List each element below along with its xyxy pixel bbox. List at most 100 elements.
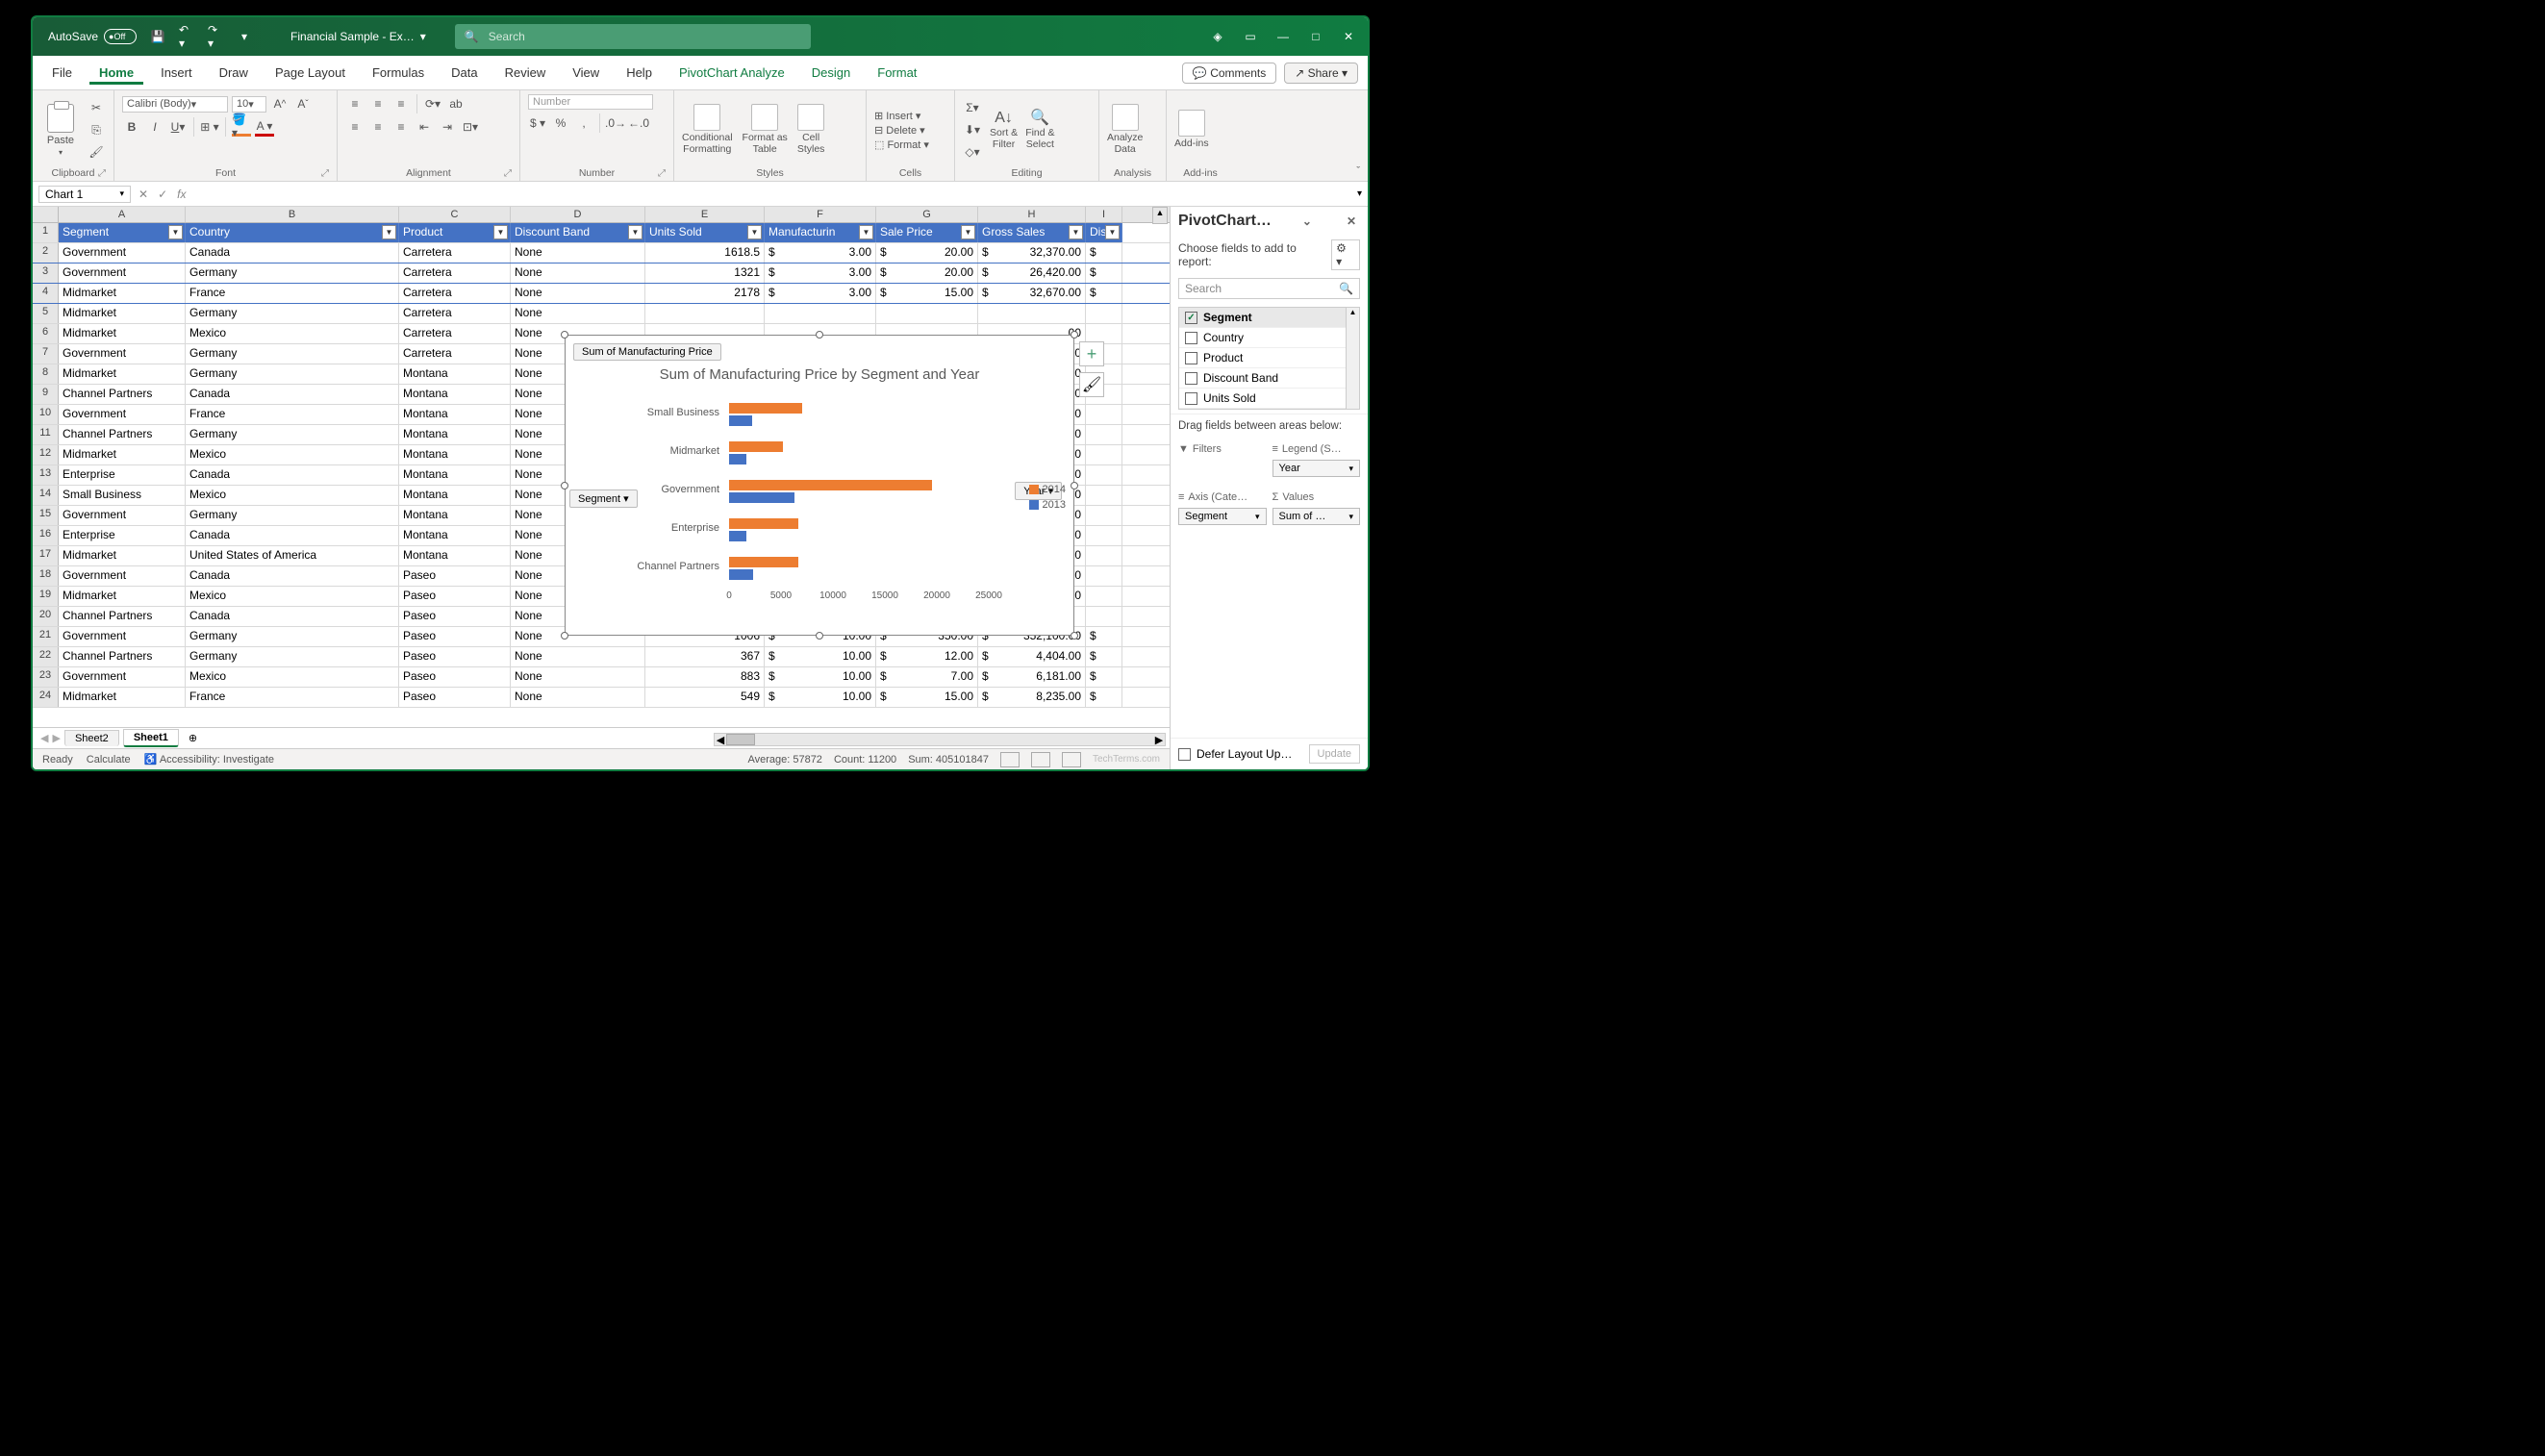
close-icon[interactable]: ✕ <box>1341 29 1356 44</box>
pivot-chart[interactable]: Sum of Manufacturing Price Segment ▾ Yea… <box>565 335 1074 636</box>
comma-icon[interactable]: , <box>574 113 593 133</box>
add-sheet-button[interactable]: ⊕ <box>183 732 203 744</box>
cell-styles-button[interactable]: Cell Styles <box>797 104 825 155</box>
inc-decimal-icon[interactable]: .0→ <box>606 113 625 133</box>
filter-dropdown[interactable]: ▼ <box>168 225 183 239</box>
sort-filter-button[interactable]: A↓Sort & Filter <box>990 110 1018 151</box>
bold-button[interactable]: B <box>122 117 141 137</box>
filter-dropdown[interactable]: ▼ <box>628 225 643 239</box>
underline-button[interactable]: U ▾ <box>168 117 188 137</box>
italic-button[interactable]: I <box>145 117 164 137</box>
view-page-break-icon[interactable] <box>1062 752 1081 767</box>
filter-dropdown[interactable]: ▼ <box>747 225 762 239</box>
filter-dropdown[interactable]: ▼ <box>1105 225 1120 239</box>
search-box[interactable]: 🔍 Search <box>455 24 811 49</box>
col-header-C[interactable]: C <box>399 207 511 222</box>
view-normal-icon[interactable] <box>1000 752 1020 767</box>
pivot-field-product[interactable]: Product <box>1179 348 1359 368</box>
dec-decimal-icon[interactable]: ←.0 <box>629 113 648 133</box>
pivot-field-segment[interactable]: ✓Segment <box>1179 308 1359 328</box>
sheet-tab-sheet2[interactable]: Sheet2 <box>64 730 119 746</box>
format-as-table-button[interactable]: Format as Table <box>743 104 788 155</box>
name-box[interactable]: Chart 1▾ <box>38 186 131 203</box>
filter-dropdown[interactable]: ▼ <box>493 225 508 239</box>
tab-view[interactable]: View <box>563 62 609 84</box>
col-header-B[interactable]: B <box>186 207 399 222</box>
collapse-ribbon-icon[interactable]: ˇ <box>1348 162 1368 181</box>
tab-home[interactable]: Home <box>89 62 143 85</box>
area-filters[interactable]: ▼ Filters <box>1178 441 1267 484</box>
pivot-field-units-sold[interactable]: Units Sold <box>1179 389 1359 409</box>
clear-icon[interactable]: ◇▾ <box>963 142 982 162</box>
copy-icon[interactable]: ⎘ <box>87 120 106 139</box>
tab-formulas[interactable]: Formulas <box>363 62 434 84</box>
cut-icon[interactable]: ✂ <box>87 98 106 117</box>
col-header-D[interactable]: D <box>511 207 645 222</box>
data-row[interactable]: 5MidmarketGermanyCarreteraNone <box>33 304 1170 324</box>
autosave-toggle[interactable]: AutoSave ● Off <box>48 29 137 44</box>
insert-cells-button[interactable]: ⊞ Insert ▾ <box>874 110 929 122</box>
data-row[interactable]: 3GovernmentGermanyCarreteraNone1321$3.00… <box>33 264 1170 284</box>
pivot-field-country[interactable]: Country <box>1179 328 1359 348</box>
maximize-icon[interactable]: □ <box>1308 29 1323 44</box>
merge-icon[interactable]: ⊡▾ <box>461 117 480 137</box>
fill-color-icon[interactable]: 🪣▾ <box>232 117 251 137</box>
filter-dropdown[interactable]: ▼ <box>382 225 396 239</box>
font-name-select[interactable]: Calibri (Body) ▾ <box>122 96 228 113</box>
sheet-tab-sheet1[interactable]: Sheet1 <box>123 729 179 747</box>
tab-file[interactable]: File <box>42 62 82 84</box>
data-row[interactable]: 2GovernmentCanadaCarreteraNone1618.5$3.0… <box>33 243 1170 264</box>
filter-dropdown[interactable]: ▼ <box>1069 225 1083 239</box>
wrap-text-icon[interactable]: ab <box>446 94 466 113</box>
grow-font-icon[interactable]: A^ <box>270 94 290 113</box>
borders-icon[interactable]: ⊞ ▾ <box>200 117 219 137</box>
tab-insert[interactable]: Insert <box>151 62 202 84</box>
data-row[interactable]: 4MidmarketFranceCarreteraNone2178$3.00$1… <box>33 284 1170 304</box>
delete-cells-button[interactable]: ⊟ Delete ▾ <box>874 124 929 137</box>
tab-review[interactable]: Review <box>495 62 556 84</box>
area-legend[interactable]: ≡ Legend (S… Year▾ <box>1272 441 1361 484</box>
data-row[interactable]: 22Channel PartnersGermanyPaseoNone367$10… <box>33 647 1170 667</box>
area-axis[interactable]: ≡ Axis (Cate… Segment▾ <box>1178 490 1267 532</box>
comments-button[interactable]: 💬 Comments <box>1182 63 1276 84</box>
outdent-icon[interactable]: ⇤ <box>415 117 434 137</box>
align-right-icon[interactable]: ≡ <box>391 117 411 137</box>
close-pane-icon[interactable]: ✕ <box>1343 214 1360 228</box>
align-top-icon[interactable]: ≡ <box>345 94 365 113</box>
find-select-button[interactable]: 🔍Find & Select <box>1025 110 1054 151</box>
redo-icon[interactable]: ↷ ▾ <box>208 29 223 44</box>
vscroll-up[interactable]: ▲ <box>1152 207 1168 224</box>
paste-button[interactable]: Paste▾ <box>40 104 81 157</box>
qat-more-icon[interactable]: ▾ <box>237 29 252 44</box>
shrink-font-icon[interactable]: Aˇ <box>293 94 313 113</box>
currency-icon[interactable]: $ ▾ <box>528 113 547 133</box>
sheet-nav-next[interactable]: ▶ <box>52 732 60 744</box>
addins-button[interactable]: Add-ins <box>1174 110 1209 150</box>
tab-draw[interactable]: Draw <box>210 62 258 84</box>
percent-icon[interactable]: % <box>551 113 570 133</box>
pivot-gear-icon[interactable]: ⚙ ▾ <box>1331 239 1360 270</box>
formula-input[interactable] <box>195 187 1349 201</box>
pivot-field-discount-band[interactable]: Discount Band <box>1179 368 1359 389</box>
defer-layout-checkbox[interactable] <box>1178 748 1191 761</box>
ribbon-mode-icon[interactable]: ▭ <box>1243 29 1258 44</box>
fx-icon[interactable]: fx <box>177 188 186 201</box>
align-mid-icon[interactable]: ≡ <box>368 94 388 113</box>
col-header-A[interactable]: A <box>59 207 186 222</box>
save-icon[interactable]: 💾 <box>150 29 165 44</box>
col-header-I[interactable]: I <box>1086 207 1122 222</box>
align-center-icon[interactable]: ≡ <box>368 117 388 137</box>
tab-page-layout[interactable]: Page Layout <box>265 62 355 84</box>
update-button[interactable]: Update <box>1309 744 1360 764</box>
font-size-select[interactable]: 10 ▾ <box>232 96 266 113</box>
align-bot-icon[interactable]: ≡ <box>391 94 411 113</box>
header-row[interactable]: 1Segment▼Country▼Product▼Discount Band▼U… <box>33 223 1170 243</box>
indent-icon[interactable]: ⇥ <box>438 117 457 137</box>
worksheet[interactable]: ABCDEFGHI 1Segment▼Country▼Product▼Disco… <box>33 207 1170 769</box>
document-title[interactable]: Financial Sample - Ex…▾ <box>290 30 426 43</box>
autosum-icon[interactable]: Σ▾ <box>963 98 982 117</box>
tab-help[interactable]: Help <box>617 62 662 84</box>
chart-brush-icon[interactable]: 🖌 <box>1079 372 1104 397</box>
format-painter-icon[interactable]: 🖌 <box>87 142 106 162</box>
area-values[interactable]: Σ Values Sum of …▾ <box>1272 490 1361 532</box>
